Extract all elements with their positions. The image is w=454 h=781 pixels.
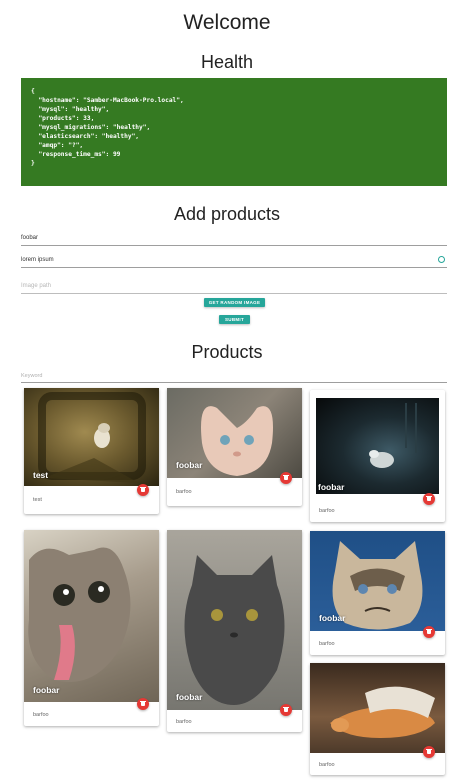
product-image (310, 663, 445, 753)
delete-button[interactable] (423, 493, 435, 505)
product-description: barfoo (319, 762, 335, 768)
product-card: test test (24, 388, 159, 514)
health-heading: Health (200, 52, 254, 72)
delete-button[interactable] (280, 472, 292, 484)
page-title: Welcome (183, 11, 271, 34)
product-image: foobar (316, 398, 439, 494)
product-description: barfoo (319, 508, 335, 514)
product-title: test (33, 470, 49, 480)
products-heading: Products (191, 342, 263, 362)
get-random-image-button[interactable]: GET RANDOM IMAGE (204, 298, 265, 307)
cat-photo-illustration (369, 403, 417, 468)
product-description-value: lorem ipsum (21, 257, 54, 263)
product-image: foobar (24, 530, 159, 702)
delete-button[interactable] (423, 626, 435, 638)
delete-button[interactable] (137, 484, 149, 496)
product-card: barfoo (310, 663, 445, 775)
check-circle-icon (438, 256, 445, 263)
delete-button[interactable] (280, 704, 292, 716)
health-status-json: { "hostname": "Samber-MacBook-Pro.local"… (21, 78, 447, 186)
product-title: foobar (176, 460, 203, 470)
product-title: foobar (318, 482, 345, 492)
product-description: barfoo (176, 719, 192, 725)
keyword-search-input[interactable]: Keyword (21, 370, 447, 383)
cat-photo-illustration (330, 686, 435, 738)
product-title: foobar (176, 692, 203, 702)
product-description: barfoo (33, 712, 49, 718)
delete-button[interactable] (423, 746, 435, 758)
product-card: foobar barfoo (310, 390, 445, 522)
product-description: test (33, 497, 42, 503)
product-title: foobar (319, 613, 346, 623)
add-products-heading: Add products (173, 204, 281, 224)
product-image: test (24, 388, 159, 486)
image-path-input[interactable]: Image path (21, 280, 447, 294)
cat-photo-illustration (28, 547, 131, 682)
product-image: foobar (310, 531, 445, 631)
product-name-input[interactable]: foobar (21, 232, 447, 246)
product-card: foobar barfoo (24, 530, 159, 726)
product-description-input[interactable]: lorem ipsum (21, 254, 447, 268)
product-card: foobar barfoo (167, 388, 302, 506)
product-image: foobar (167, 388, 302, 478)
product-card: foobar barfoo (167, 530, 302, 732)
cat-photo-illustration (184, 555, 285, 705)
product-description: barfoo (176, 489, 192, 495)
product-card: foobar barfoo (310, 531, 445, 655)
submit-button[interactable]: SUBMIT (219, 315, 250, 324)
product-image: foobar (167, 530, 302, 710)
product-description: barfoo (319, 641, 335, 647)
delete-button[interactable] (137, 698, 149, 710)
product-title: foobar (33, 685, 60, 695)
